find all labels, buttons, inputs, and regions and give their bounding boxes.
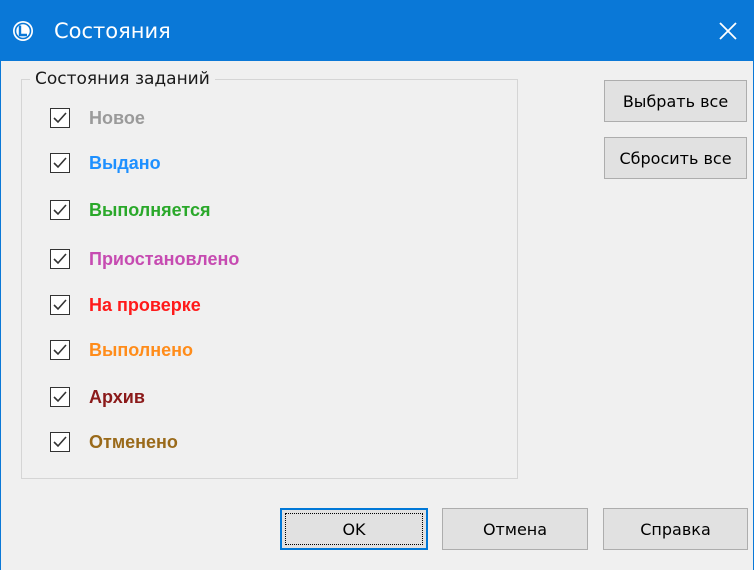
window-title: Состояния [54,19,171,43]
status-label: Выполнено [89,340,193,360]
group-title: Состояния заданий [30,67,215,91]
status-checkbox[interactable] [50,387,70,407]
status-row-done[interactable]: Выполнено [50,339,193,361]
status-checkbox[interactable] [50,249,70,269]
status-label: Архив [89,387,145,407]
status-row-issued[interactable]: Выдано [50,152,161,174]
status-checkbox[interactable] [50,153,70,173]
checkmark-icon [53,344,67,356]
status-row-archive[interactable]: Архив [50,386,145,408]
app-logo-icon [12,20,34,42]
checkmark-icon [53,299,67,311]
cancel-button[interactable]: Отмена [442,508,588,550]
status-label: Выдано [89,153,161,173]
checkmark-icon [53,112,67,124]
task-states-group [21,79,518,479]
status-row-cancelled[interactable]: Отменено [50,431,178,453]
status-label: На проверке [89,295,201,315]
status-checkbox[interactable] [50,108,70,128]
status-label: Новое [89,108,145,128]
status-checkbox[interactable] [50,295,70,315]
status-label: Отменено [89,432,178,452]
focus-rectangle [285,513,423,545]
reset-all-button[interactable]: Сбросить все [604,137,747,179]
help-button[interactable]: Справка [603,508,748,550]
status-checkbox[interactable] [50,340,70,360]
checkmark-icon [53,204,67,216]
checkmark-icon [53,391,67,403]
checkmark-icon [53,253,67,265]
states-dialog: Состояния Состояния заданий Новое Выдано… [0,0,754,570]
close-button[interactable] [703,0,753,61]
status-checkbox[interactable] [50,200,70,220]
ok-button[interactable]: OK [280,508,428,550]
status-checkbox[interactable] [50,432,70,452]
checkmark-icon [53,157,67,169]
status-row-in-progress[interactable]: Выполняется [50,199,210,221]
status-label: Приостановлено [89,249,240,269]
checkmark-icon [53,436,67,448]
status-row-new[interactable]: Новое [50,107,145,129]
select-all-button[interactable]: Выбрать все [604,80,747,122]
close-icon [719,22,737,40]
title-bar[interactable]: Состояния [1,0,753,61]
status-row-review[interactable]: На проверке [50,294,201,316]
status-label: Выполняется [89,200,211,220]
status-row-suspended[interactable]: Приостановлено [50,248,239,270]
